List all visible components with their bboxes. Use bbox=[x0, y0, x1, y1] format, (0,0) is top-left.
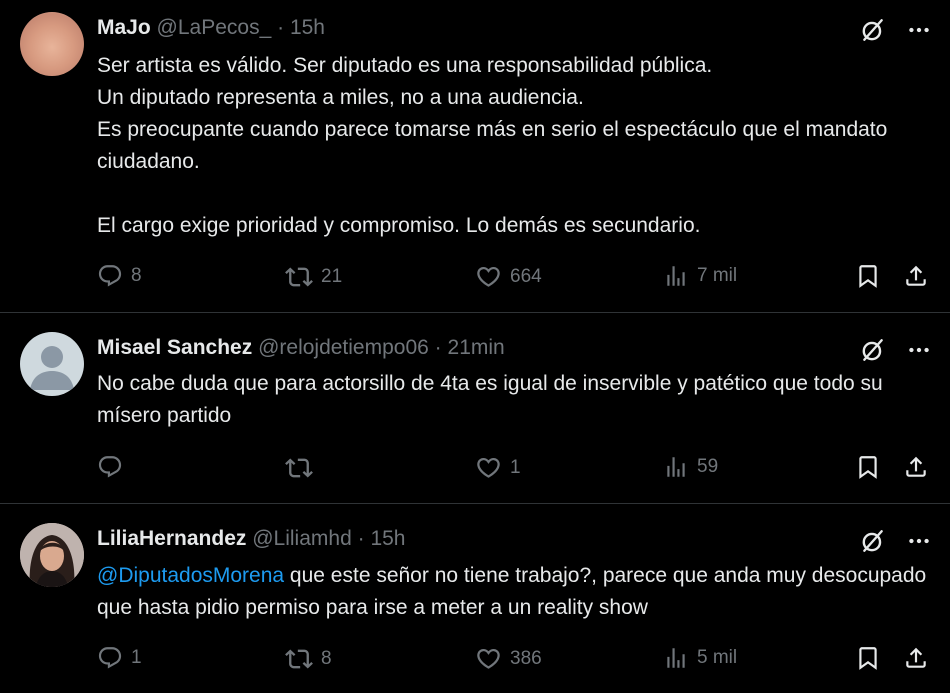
reply-button[interactable] bbox=[97, 454, 131, 480]
share-button[interactable] bbox=[903, 645, 929, 671]
bookmark-button[interactable] bbox=[855, 263, 881, 289]
bookmark-icon bbox=[855, 263, 881, 289]
repost-button[interactable]: 8 bbox=[285, 645, 332, 673]
tweet-top-icons bbox=[860, 337, 932, 363]
repost-button[interactable]: 21 bbox=[285, 263, 342, 291]
views-button[interactable]: 7 mil bbox=[663, 263, 737, 289]
views-icon bbox=[663, 263, 689, 289]
author-handle[interactable]: @LaPecos_ bbox=[157, 16, 272, 39]
reply-count: 8 bbox=[131, 265, 142, 286]
more-icon[interactable] bbox=[906, 528, 932, 554]
timestamp[interactable]: 15h bbox=[290, 16, 325, 39]
mention-link[interactable]: @DiputadosMorena bbox=[97, 564, 284, 587]
heart-icon bbox=[475, 263, 502, 290]
author-name[interactable]: MaJo bbox=[97, 16, 151, 39]
tweet-actions: 1 8 386 5 mil bbox=[97, 645, 932, 675]
default-avatar-icon bbox=[30, 346, 74, 390]
views-icon bbox=[663, 645, 689, 671]
profile-photo bbox=[20, 523, 84, 587]
like-count: 1 bbox=[510, 456, 521, 478]
share-button[interactable] bbox=[903, 454, 929, 480]
timestamp[interactable]: 15h bbox=[370, 527, 405, 550]
avatar[interactable] bbox=[20, 523, 84, 587]
more-icon[interactable] bbox=[906, 337, 932, 363]
share-icon bbox=[903, 263, 929, 289]
tweet-text: @DiputadosMorena que este señor no tiene… bbox=[97, 560, 930, 624]
bookmark-icon bbox=[855, 454, 881, 480]
heart-icon bbox=[475, 454, 502, 481]
like-button[interactable]: 386 bbox=[475, 645, 542, 672]
heart-icon bbox=[475, 645, 502, 672]
more-icon[interactable] bbox=[906, 17, 932, 43]
tweet-actions: 8 21 664 7 mil bbox=[97, 263, 932, 293]
tweet-text: No cabe duda que para actorsillo de 4ta … bbox=[97, 372, 883, 427]
repost-icon bbox=[285, 454, 313, 482]
reply-icon bbox=[97, 263, 123, 289]
grok-icon[interactable] bbox=[860, 528, 886, 554]
avatar[interactable] bbox=[20, 12, 84, 76]
tweet-text: Ser artista es válido. Ser diputado es u… bbox=[97, 54, 888, 237]
author-handle[interactable]: @relojdetiempo06 bbox=[258, 336, 429, 359]
like-button[interactable]: 1 bbox=[475, 454, 521, 481]
views-count: 5 mil bbox=[697, 647, 738, 668]
repost-icon bbox=[285, 263, 313, 291]
views-icon bbox=[663, 454, 689, 480]
views-button[interactable]: 59 bbox=[663, 454, 718, 480]
grok-icon[interactable] bbox=[860, 17, 886, 43]
author-name[interactable]: LiliaHernandez bbox=[97, 527, 246, 550]
tweet-header: LiliaHernandez @Liliamhd · 15h bbox=[97, 526, 405, 552]
share-icon bbox=[903, 645, 929, 671]
author-handle[interactable]: @Liliamhd bbox=[252, 527, 352, 550]
views-count: 7 mil bbox=[697, 265, 738, 286]
reply-button[interactable]: 8 bbox=[97, 263, 142, 289]
like-button[interactable]: 664 bbox=[475, 263, 542, 290]
tweet-top-icons bbox=[860, 17, 932, 43]
bookmark-icon bbox=[855, 645, 881, 671]
reply-icon bbox=[97, 645, 123, 671]
repost-button[interactable] bbox=[285, 454, 321, 482]
like-count: 664 bbox=[510, 265, 542, 287]
repost-icon bbox=[285, 645, 313, 673]
separator-dot: · bbox=[434, 336, 442, 359]
avatar[interactable] bbox=[20, 332, 84, 396]
share-button[interactable] bbox=[903, 263, 929, 289]
share-icon bbox=[903, 454, 929, 480]
views-count: 59 bbox=[697, 456, 719, 477]
tweet-top-icons bbox=[860, 528, 932, 554]
tweet-header: MaJo @LaPecos_ · 15h bbox=[97, 15, 325, 41]
repost-count: 21 bbox=[321, 266, 343, 287]
reply-icon bbox=[97, 454, 123, 480]
bookmark-button[interactable] bbox=[855, 454, 881, 480]
repost-count: 8 bbox=[321, 648, 332, 669]
tweet-3[interactable]: LiliaHernandez @Liliamhd · 15h @Diputado… bbox=[0, 504, 950, 693]
reply-count: 1 bbox=[131, 647, 142, 668]
bookmark-button[interactable] bbox=[855, 645, 881, 671]
views-button[interactable]: 5 mil bbox=[663, 645, 737, 671]
separator-dot: · bbox=[357, 527, 365, 550]
grok-icon[interactable] bbox=[860, 337, 886, 363]
separator-dot: · bbox=[277, 16, 285, 39]
tweet-actions: 1 59 bbox=[97, 454, 932, 484]
like-count: 386 bbox=[510, 647, 542, 669]
tweet-2[interactable]: Misael Sanchez @relojdetiempo06 · 21min … bbox=[0, 313, 950, 504]
tweet-header: Misael Sanchez @relojdetiempo06 · 21min bbox=[97, 335, 505, 361]
author-name[interactable]: Misael Sanchez bbox=[97, 336, 252, 359]
reply-button[interactable]: 1 bbox=[97, 645, 142, 671]
tweet-1[interactable]: MaJo @LaPecos_ · 15h Ser artista es váli… bbox=[0, 0, 950, 313]
timestamp[interactable]: 21min bbox=[448, 336, 505, 359]
